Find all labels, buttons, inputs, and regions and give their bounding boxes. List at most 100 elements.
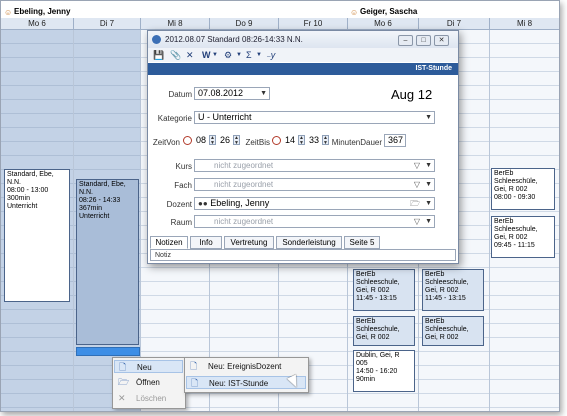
dropdown-icon[interactable]: ▼	[212, 50, 218, 60]
tab-sonderleistung[interactable]: Sonderleistung	[276, 236, 342, 249]
appointment[interactable]: BerEb Schleeschule, Gei, R 002 11:45 - 1…	[422, 269, 484, 311]
filter-icon[interactable]: ▽	[414, 179, 420, 190]
appointment-text: Dublin, Gei, R	[356, 352, 400, 359]
kurs-select[interactable]: nicht zugeordnet ▽ ▼	[194, 159, 435, 172]
hour-stepper[interactable]: ▲ ▼	[209, 135, 216, 146]
appointment[interactable]: BerEb Schleeschule, Gei, R 002 11:45 - 1…	[353, 269, 415, 311]
appointment-text: BerEb	[425, 318, 445, 325]
dropdown-arrow-icon[interactable]: ▼	[425, 112, 432, 123]
minute-stepper[interactable]: ▲ ▼	[233, 135, 240, 146]
appointment-text: BerEb	[356, 271, 376, 278]
appointment[interactable]: Dublin, Gei, R 005 14:50 - 16:20 90min	[353, 350, 415, 392]
kurs-value: nicht zugeordnet	[214, 161, 274, 170]
zeitbis-minute[interactable]: 33	[309, 135, 319, 145]
person-header-ebeling[interactable]: ☺ Ebeling, Jenny	[4, 6, 70, 17]
datum-value: 07.08.2012	[198, 88, 244, 98]
raum-select[interactable]: nicht zugeordnet ▽ ▼	[194, 215, 435, 228]
appointment-text: Schleeschule,	[425, 326, 469, 333]
menu-item-oeffnen[interactable]: 🗁 Öffnen	[114, 376, 183, 389]
day-header[interactable]: Mo 6	[1, 18, 74, 30]
appointment[interactable]: BerEb Schleeschüle, Gei, R 002 08:00 - 0…	[491, 168, 555, 210]
appointment[interactable]: Standard, Ebe, N.N. 08:26 - 14:33 367min…	[76, 179, 139, 345]
dialog-toolbar: 💾 📎 ✕ W ▼ ⚙ ▼ Σ ▼ ₋y	[148, 48, 458, 62]
raum-label: Raum	[170, 218, 192, 227]
person-icon: ☺	[4, 8, 13, 17]
tab-notizen[interactable]: Notizen	[150, 236, 188, 249]
appointment-text: BerEb	[425, 271, 445, 278]
zeitvon-hour[interactable]: 08	[196, 135, 206, 145]
appointment-text: Schleeschüle,	[494, 178, 538, 185]
clip-icon[interactable]: 📎	[170, 50, 181, 60]
dropdown-arrow-icon[interactable]: ▼	[425, 160, 432, 171]
dozent-value: Ebeling, Jenny	[210, 198, 270, 208]
tab-seite5[interactable]: Seite 5	[344, 236, 380, 249]
globe-icon[interactable]: ⚙	[224, 50, 232, 60]
dropdown-icon[interactable]: ▼	[256, 50, 262, 60]
day-header[interactable]: Mi 8	[141, 18, 210, 30]
dozent-select[interactable]: ●● Ebeling, Jenny 🗁 ▼	[194, 197, 435, 210]
raum-value: nicht zugeordnet	[214, 217, 274, 226]
appointment-text: Unterricht	[79, 213, 110, 220]
appointment-text: 11:45 - 13:15	[356, 295, 397, 302]
notiz-area[interactable]: Notiz	[150, 249, 456, 261]
appointment[interactable]: BerEb Schleeschule, Gei, R 002 09:45 - 1…	[491, 216, 555, 258]
kategorie-select[interactable]: U - Unterricht ▼	[194, 111, 435, 124]
appointment[interactable]: BerEb Schleeschule, Gei, R 002	[353, 316, 415, 346]
delete-icon[interactable]: ✕	[186, 50, 194, 60]
appointment-text: 90min	[356, 376, 376, 383]
new-document-icon: 🗋	[119, 362, 127, 372]
day-header[interactable]: Mi 8	[490, 18, 559, 30]
appointment-text: 14:50 - 16:20	[356, 368, 398, 375]
dropdown-arrow-icon[interactable]: ▼	[260, 88, 267, 99]
sum-icon[interactable]: Σ	[246, 50, 252, 60]
folder-icon[interactable]: 🗁	[410, 198, 420, 209]
tab-info[interactable]: Info	[190, 236, 222, 249]
dropdown-icon[interactable]: ▼	[236, 50, 242, 60]
dropdown-arrow-icon[interactable]: ▼	[425, 216, 432, 227]
formula-icon[interactable]: ₋y	[266, 50, 275, 60]
minute-stepper[interactable]: ▲ ▼	[322, 135, 329, 146]
save-icon[interactable]: 💾	[153, 50, 164, 60]
maximize-icon[interactable]: □	[416, 35, 431, 46]
day-header[interactable]: Mo 6	[348, 18, 419, 30]
dozent-label: Dozent	[166, 200, 192, 209]
appointment[interactable]: BerEb Schleeschule, Gei, R 002	[422, 316, 484, 346]
day-header[interactable]: Do 9	[210, 18, 279, 30]
zeitvon-minute[interactable]: 26	[220, 135, 230, 145]
hour-stepper[interactable]: ▲ ▼	[298, 135, 305, 146]
day-header[interactable]: Di 7	[74, 18, 141, 30]
menu-item-neu-ereignisdozent[interactable]: 🗋 Neu: EreignisDozent	[186, 360, 306, 373]
kategorie-label: Kategorie	[157, 114, 192, 123]
day-header[interactable]: Di 7	[419, 18, 490, 30]
appointment-text: Gei, R 002	[494, 186, 528, 193]
selected-timeslot[interactable]	[76, 347, 140, 356]
word-icon[interactable]: W	[202, 50, 211, 60]
close-icon[interactable]: ✕	[434, 35, 449, 46]
filter-icon[interactable]: ▽	[414, 216, 420, 227]
menu-item-loeschen[interactable]: ✕ Löschen	[114, 392, 183, 405]
dropdown-arrow-icon[interactable]: ▼	[425, 179, 432, 190]
menu-item-label: Neu: IST-Stunde	[209, 379, 269, 388]
appointment-text: 11:45 - 13:15	[425, 295, 466, 302]
dropdown-arrow-icon[interactable]: ▼	[425, 198, 432, 209]
menu-item-label: Neu: EreignisDozent	[208, 362, 282, 371]
datum-field[interactable]: 07.08.2012 ▼	[194, 87, 270, 100]
datum-label: Datum	[168, 90, 192, 99]
menu-item-neu[interactable]: 🗋 Neu	[114, 360, 183, 373]
appointment[interactable]: Standard, Ebe, N.N. 08:00 - 13:00 300min…	[4, 169, 70, 302]
minimize-icon[interactable]: –	[398, 35, 413, 46]
minutendauer-field[interactable]: 367	[384, 134, 406, 147]
appointment-text: 08:00 - 09:30	[494, 194, 536, 201]
zeitbis-hour[interactable]: 14	[285, 135, 295, 145]
fach-label: Fach	[174, 181, 192, 190]
person-name: Ebeling, Jenny	[14, 7, 71, 16]
appointment-text: Gei, R 002	[494, 234, 528, 241]
date-display: Aug 12	[391, 87, 433, 102]
filter-icon[interactable]: ▽	[414, 160, 420, 171]
dialog-titlebar[interactable]: 2012.08.07 Standard 08:26-14:33 N.N. – □…	[148, 31, 458, 48]
day-header[interactable]: Fr 10	[279, 18, 348, 30]
fach-select[interactable]: nicht zugeordnet ▽ ▼	[194, 178, 435, 191]
tab-vertretung[interactable]: Vertretung	[224, 236, 274, 249]
person-header-geiger[interactable]: ☺ Geiger, Sascha	[350, 6, 417, 17]
menu-item-label: Löschen	[136, 394, 167, 403]
